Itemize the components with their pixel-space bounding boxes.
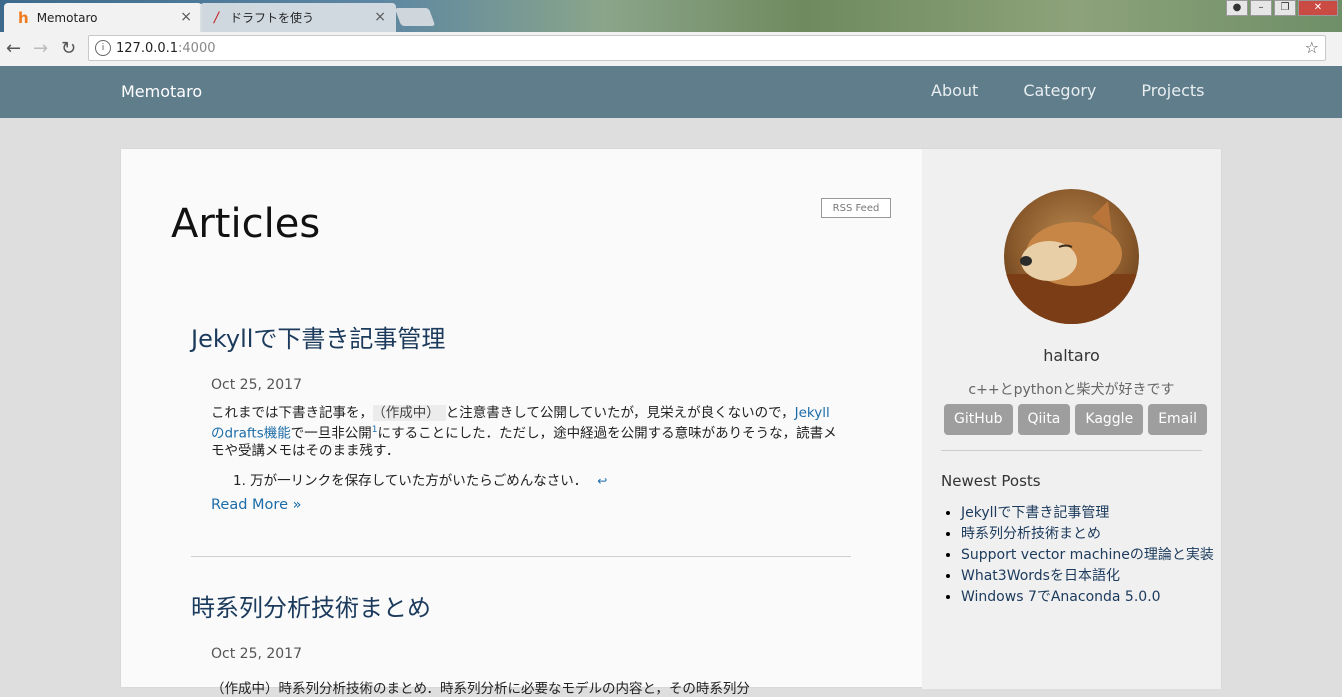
bookmark-star-icon[interactable]: ☆ xyxy=(1305,38,1319,57)
site-nav: About Category Projects xyxy=(931,81,1249,100)
newest-post-link[interactable]: Windows 7でAnaconda 5.0.0 xyxy=(961,589,1161,605)
url-host: 127.0.0.1 xyxy=(116,41,179,56)
post-date: Oct 25, 2017 xyxy=(211,646,302,662)
tab-memotaro[interactable]: h Memotaro × xyxy=(4,3,202,32)
list-item: 時系列分析技術まとめ xyxy=(961,524,1231,545)
memotaro-favicon-icon: h xyxy=(18,8,29,27)
excerpt-text: と注意書きして公開していたが，見栄えが良くないので， xyxy=(445,405,795,421)
list-item: Windows 7でAnaconda 5.0.0 xyxy=(961,587,1231,608)
github-button[interactable]: GitHub xyxy=(944,404,1013,435)
profile-icon[interactable]: ● xyxy=(1226,0,1248,16)
newest-posts-heading: Newest Posts xyxy=(941,472,1041,490)
nav-category[interactable]: Category xyxy=(1023,81,1096,100)
page-title: Articles xyxy=(171,201,321,247)
footnote: 1. 万が一リンクを保存していた方がいたらごめんなさい． ↩ xyxy=(233,469,607,489)
list-item: Support vector machineの理論と実装 xyxy=(961,545,1231,566)
minimize-icon[interactable]: – xyxy=(1250,0,1272,16)
post-excerpt: （作成中）時系列分析技術のまとめ．時系列分析に必要なモデルの内容と，その時系列分 xyxy=(211,681,750,697)
tab-close-icon[interactable]: × xyxy=(374,9,386,25)
list-item: Jekyllで下書き記事管理 xyxy=(961,503,1231,524)
newest-posts-list: Jekyllで下書き記事管理 時系列分析技術まとめ Support vector… xyxy=(941,503,1231,608)
tab-draft[interactable]: / ドラフトを使う × xyxy=(200,3,396,32)
nav-projects[interactable]: Projects xyxy=(1141,81,1204,100)
kaggle-button[interactable]: Kaggle xyxy=(1075,404,1144,435)
post-date: Oct 25, 2017 xyxy=(211,377,302,393)
email-button[interactable]: Email xyxy=(1148,404,1208,435)
info-icon[interactable]: i xyxy=(95,40,111,56)
nav-about[interactable]: About xyxy=(931,81,978,100)
read-more-link[interactable]: Read More » xyxy=(211,497,301,513)
social-links: GitHub Qiita Kaggle Email xyxy=(944,404,1208,435)
main-card: Articles RSS Feed Jekyllで下書き記事管理 Oct 25,… xyxy=(120,148,1222,697)
newest-post-link[interactable]: What3Wordsを日本語化 xyxy=(961,568,1120,584)
new-tab-button[interactable] xyxy=(394,8,436,26)
post-title-link[interactable]: Jekyllで下書き記事管理 xyxy=(191,319,445,354)
site-brand-link[interactable]: Memotaro xyxy=(121,82,202,101)
rss-feed-button[interactable]: RSS Feed xyxy=(821,198,891,218)
ruby-favicon-icon: / xyxy=(214,9,219,26)
newest-post-link[interactable]: Support vector machineの理論と実装 xyxy=(961,547,1214,563)
address-bar[interactable]: i 127.0.0.1:4000 ☆ xyxy=(88,35,1326,61)
footnote-text: 1. 万が一リンクを保存していた方がいたらごめんなさい． xyxy=(233,473,588,489)
url-port: :4000 xyxy=(178,41,216,56)
excerpt-text: これまでは下書き記事を， xyxy=(211,405,373,421)
forward-arrow-icon[interactable]: → xyxy=(33,38,48,59)
tab-title: Memotaro xyxy=(36,10,98,25)
list-item: What3Wordsを日本語化 xyxy=(961,566,1231,587)
tab-close-icon[interactable]: × xyxy=(180,9,192,25)
avatar xyxy=(1004,189,1139,324)
excerpt-text: で一旦非公開 xyxy=(290,425,372,442)
sidebar: haltaro c++とpythonと柴犬が好きです GitHub Qiita … xyxy=(922,149,1221,689)
inline-code: （作成中） xyxy=(373,405,446,421)
footnote-return-link[interactable]: ↩ xyxy=(597,474,607,488)
reload-icon[interactable]: ↻ xyxy=(61,38,76,59)
post-divider xyxy=(191,556,851,557)
newest-post-link[interactable]: 時系列分析技術まとめ xyxy=(961,526,1101,542)
tab-title: ドラフトを使う xyxy=(230,11,315,25)
post-excerpt: これまでは下書き記事を， （作成中） と注意書きして公開していたが，見栄えが良くない… xyxy=(211,405,841,460)
author-bio: c++とpythonと柴犬が好きです xyxy=(968,382,1175,398)
newest-post-link[interactable]: Jekyllで下書き記事管理 xyxy=(961,505,1109,521)
url-text: 127.0.0.1:4000 xyxy=(116,41,216,56)
back-arrow-icon[interactable]: ← xyxy=(6,38,21,59)
browser-toolbar: ← → ↻ i 127.0.0.1:4000 ☆ xyxy=(0,32,1342,67)
qiita-button[interactable]: Qiita xyxy=(1017,404,1071,435)
site-header: Memotaro About Category Projects xyxy=(0,66,1342,118)
maximize-icon[interactable]: ❐ xyxy=(1274,0,1296,16)
window-close-icon[interactable]: ✕ xyxy=(1298,0,1338,16)
window-controls: ● – ❐ ✕ xyxy=(1226,0,1338,18)
sidebar-divider xyxy=(941,450,1202,451)
browser-tab-strip: h Memotaro × / ドラフトを使う × ● – ❐ ✕ xyxy=(0,0,1342,32)
author-name: haltaro xyxy=(1043,346,1100,365)
post-title-link[interactable]: 時系列分析技術まとめ xyxy=(191,588,431,623)
